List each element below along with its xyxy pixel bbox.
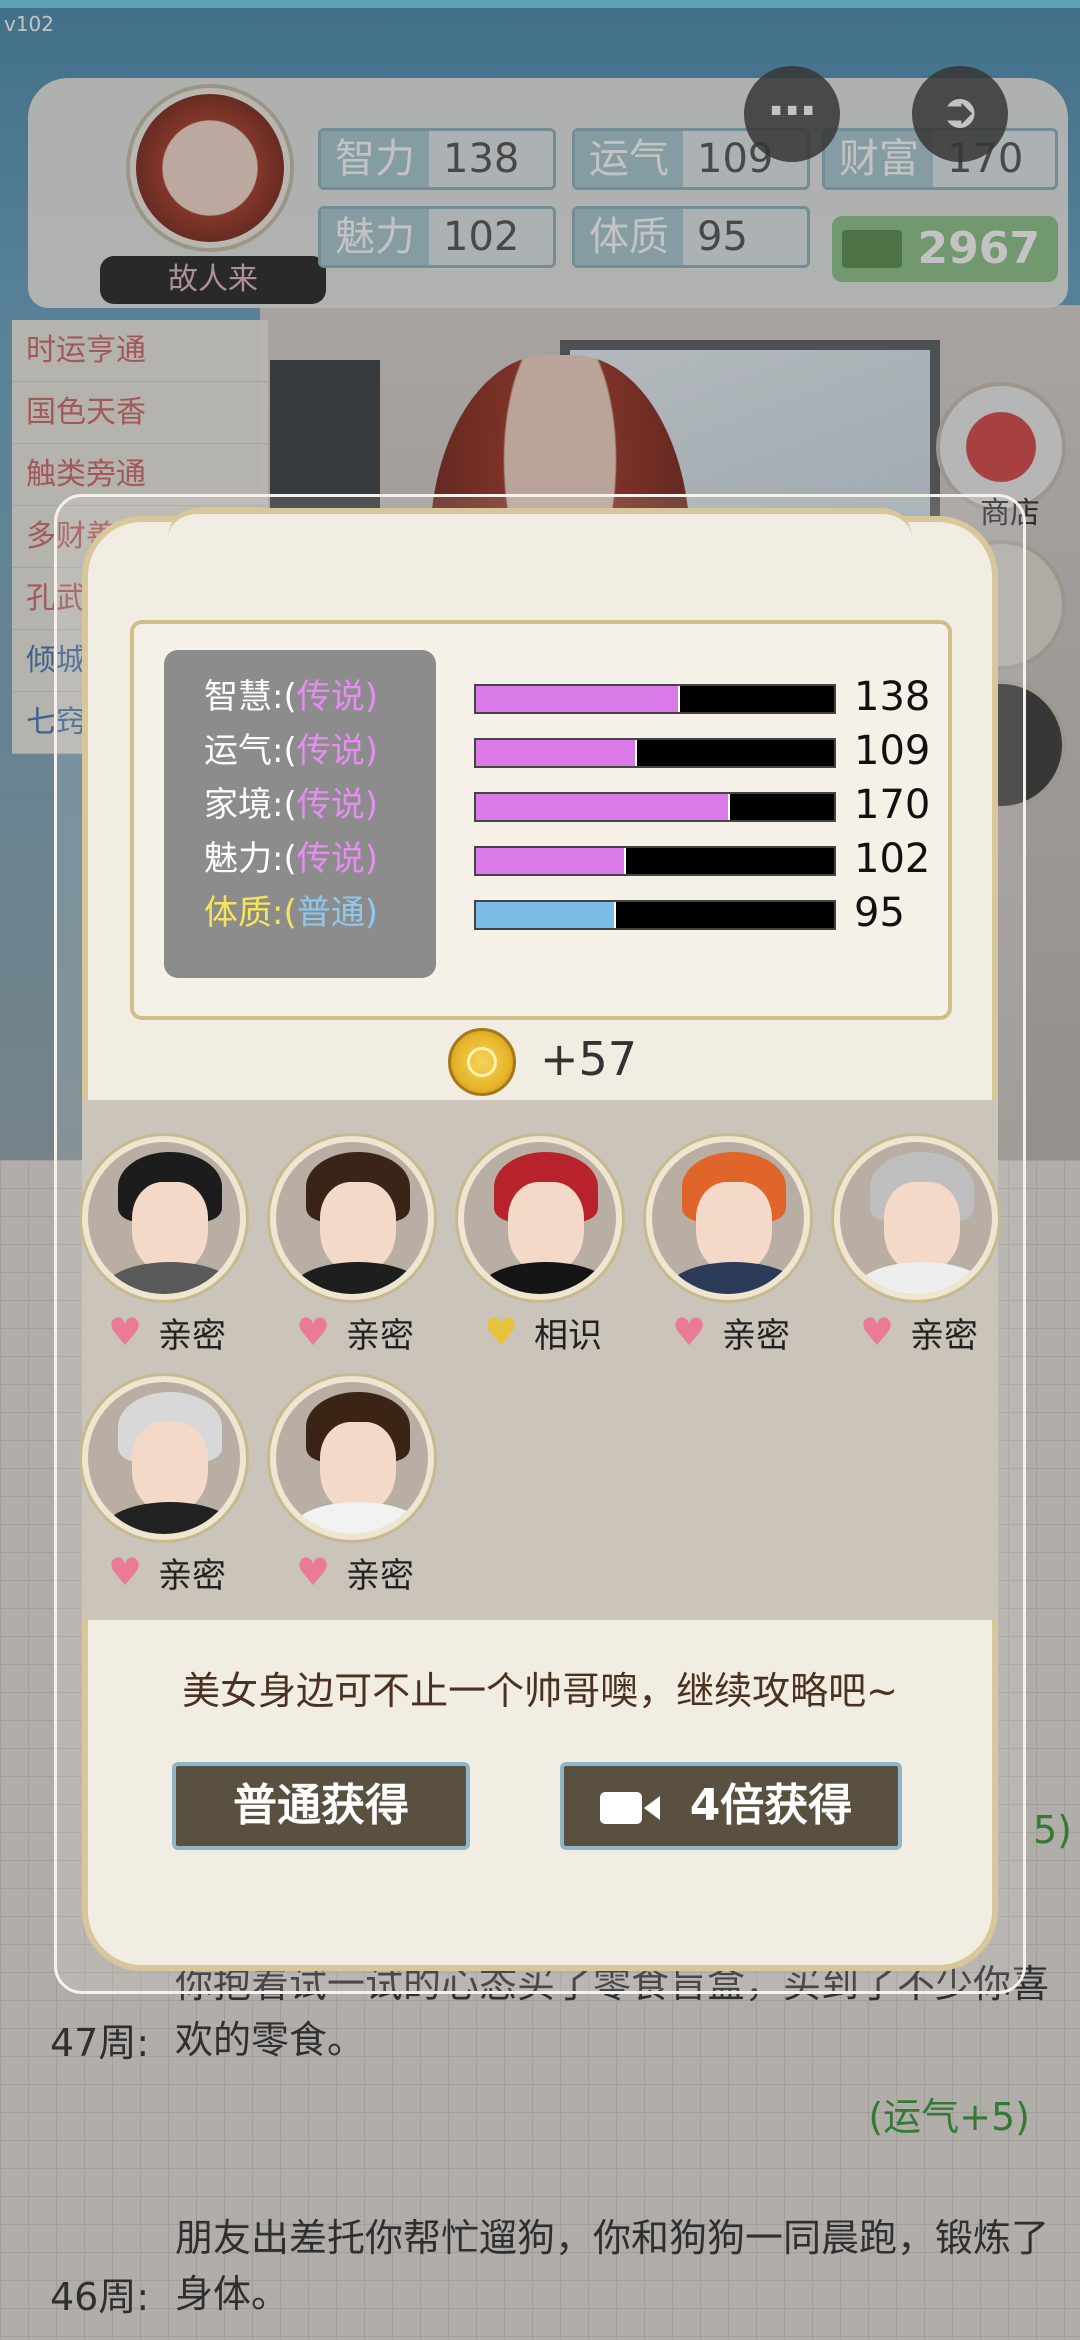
heart-icon: ♥ xyxy=(860,1310,895,1354)
stat-value: 102 xyxy=(854,836,931,882)
normal-claim-label: 普通获得 xyxy=(233,1780,409,1831)
stat-bar xyxy=(474,846,836,876)
friend-status: 亲密 xyxy=(910,1316,978,1356)
friend-avatar xyxy=(270,1376,434,1540)
modal-top-notch xyxy=(168,508,912,568)
friend-avatar xyxy=(270,1136,434,1300)
stat-bar xyxy=(474,738,836,768)
stat-value: 109 xyxy=(854,728,931,774)
stat-bar-fill xyxy=(476,848,627,874)
video-4x-claim-label: 4倍获得 xyxy=(689,1780,853,1831)
video-4x-claim-button[interactable]: 4倍获得 xyxy=(560,1762,902,1850)
heart-icon: ♥ xyxy=(672,1310,707,1354)
friend-avatar xyxy=(82,1136,246,1300)
friend-status: 亲密 xyxy=(722,1316,790,1356)
friend-status: 亲密 xyxy=(158,1556,226,1596)
friend-card[interactable]: ♥ 亲密 xyxy=(270,1136,440,1356)
normal-claim-button[interactable]: 普通获得 xyxy=(172,1762,470,1850)
stat-bar xyxy=(474,792,836,822)
stat-row-label: 体质:(普通) xyxy=(204,893,378,933)
heart-icon: ♥ xyxy=(108,1550,143,1594)
stat-value: 95 xyxy=(854,890,905,936)
friend-status: 亲密 xyxy=(346,1556,414,1596)
friend-avatar xyxy=(458,1136,622,1300)
stat-row-label: 运气:(传说) xyxy=(204,731,378,771)
stat-bar-fill xyxy=(476,686,681,712)
friend-card[interactable]: ♥ 相识 xyxy=(458,1136,628,1356)
stats-labels: 智慧:(传说) 运气:(传说) 家境:(传说) 魅力:(传说) 体质:(普通) xyxy=(164,650,436,978)
stat-bar-fill xyxy=(476,740,638,766)
video-camera-icon xyxy=(600,1792,660,1824)
friend-status: 亲密 xyxy=(346,1316,414,1356)
hint-text: 美女身边可不止一个帅哥噢，继续攻略吧~ xyxy=(182,1669,898,1713)
stat-value: 170 xyxy=(854,782,931,828)
friend-avatar xyxy=(646,1136,810,1300)
stat-row-label: 家境:(传说) xyxy=(204,785,378,825)
friend-card[interactable]: ♥ 亲密 xyxy=(834,1136,1004,1356)
friend-card[interactable]: ♥ 亲密 xyxy=(646,1136,816,1356)
stat-bar-fill xyxy=(476,902,616,928)
coin-icon xyxy=(448,1028,516,1096)
stat-row-label: 魅力:(传说) xyxy=(204,839,378,879)
stat-bar xyxy=(474,900,836,930)
heart-icon: ♥ xyxy=(296,1310,331,1354)
friend-card[interactable]: ♥ 亲密 xyxy=(270,1376,440,1596)
heart-icon: ♥ xyxy=(108,1310,143,1354)
stat-value: 138 xyxy=(854,674,931,720)
friend-avatar xyxy=(82,1376,246,1540)
stat-bar xyxy=(474,684,836,714)
friend-card[interactable]: ♥ 亲密 xyxy=(82,1136,252,1356)
friend-status: 相识 xyxy=(534,1316,602,1356)
stat-bar-fill xyxy=(476,794,731,820)
friend-status: 亲密 xyxy=(158,1316,226,1356)
friend-avatar xyxy=(834,1136,998,1300)
heart-icon: ♥ xyxy=(484,1310,519,1354)
reward-amount: +57 xyxy=(540,1032,638,1086)
friend-card[interactable]: ♥ 亲密 xyxy=(82,1376,252,1596)
stat-row-label: 智慧:(传说) xyxy=(204,677,378,717)
heart-icon: ♥ xyxy=(296,1550,331,1594)
